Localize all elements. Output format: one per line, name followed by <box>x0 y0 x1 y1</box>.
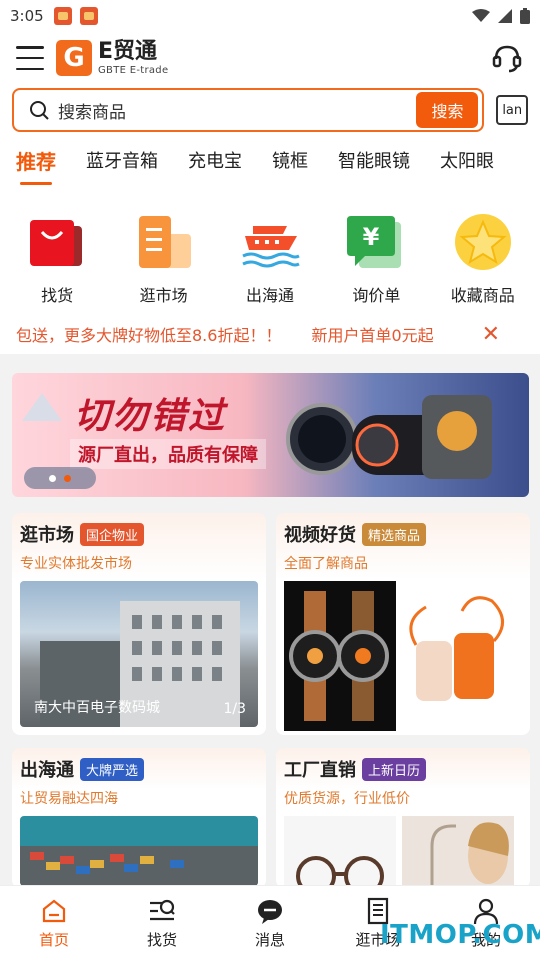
card-title: 出海通 <box>20 760 74 781</box>
message-icon <box>258 899 282 924</box>
status-indicators <box>472 8 530 24</box>
quick-label: 出海通 <box>245 286 294 305</box>
card-subtitle: 让贸易融达四海 <box>20 791 118 807</box>
nav-label: 首页 <box>38 930 69 949</box>
category-tabs: 推荐 蓝牙音箱 充电宝 镜框 智能眼镜 太阳眼 <box>0 136 540 190</box>
logo-title: E贸通 <box>98 38 158 64</box>
search-placeholder: 搜索商品 <box>58 102 126 123</box>
app-logo: G E贸通 GBTE E-trade <box>56 40 168 76</box>
card-title: 逛市场 <box>20 525 74 546</box>
search-row: 搜索商品 搜索 lan <box>0 84 540 136</box>
quick-label: 逛市场 <box>139 286 188 305</box>
tab-sunglasses[interactable]: 太阳眼 <box>440 147 494 179</box>
market-photo[interactable]: 南大中百电子数码城 1/3 <box>20 581 258 727</box>
home-icon <box>42 899 66 922</box>
quick-label: 询价单 <box>352 286 401 305</box>
quick-label: 找货 <box>41 286 74 305</box>
search-button[interactable]: 搜索 <box>416 92 479 128</box>
building-icon <box>138 216 191 268</box>
card-title: 视频好货 <box>284 525 356 546</box>
status-time: 3:05 <box>10 7 44 25</box>
yen-quote-icon: ¥ <box>347 216 402 268</box>
smartwatch-product-image[interactable] <box>284 581 396 731</box>
banner-products-image <box>286 395 492 479</box>
customer-service-icon[interactable] <box>490 41 524 75</box>
card-subtitle: 优质货源，行业低价 <box>284 791 410 807</box>
search-list-icon <box>150 899 175 920</box>
indicator-dot-active <box>64 474 71 482</box>
tab-recommend[interactable]: 推荐 <box>16 146 56 185</box>
ticker-text: 包送，更多大牌好物低至8.6折起！！ <box>16 326 282 345</box>
arrow-decoration-icon <box>22 393 62 421</box>
watermark: ITMOP.COM <box>380 920 540 950</box>
photo-caption: 南大中百电子数码城 <box>34 700 160 716</box>
card-badge: 大牌严选 <box>80 757 145 781</box>
signal-icon <box>498 9 512 23</box>
svg-text:¥: ¥ <box>363 223 380 251</box>
overseas-card[interactable]: 出海通 大牌严选 让贸易融达四海 <box>12 748 266 888</box>
tab-bluetooth-speaker[interactable]: 蓝牙音箱 <box>86 147 158 179</box>
notification-app-icon <box>53 7 72 25</box>
quick-inquiry[interactable]: ¥ 询价单 <box>328 212 424 314</box>
model-product-image[interactable] <box>402 816 514 886</box>
eyeglasses-product-image[interactable] <box>284 816 396 886</box>
quick-label: 收藏商品 <box>450 286 515 305</box>
ship-icon <box>242 226 300 268</box>
quick-go-overseas[interactable]: 出海通 <box>222 212 318 314</box>
star-icon <box>454 214 511 270</box>
quick-entries: 找货 逛市场 出海通 ¥ 询价单 收藏商品 <box>0 190 540 314</box>
power-bank-product-image[interactable] <box>402 581 514 731</box>
quick-find-goods[interactable]: 找货 <box>9 212 105 314</box>
language-button[interactable]: lan <box>496 95 528 125</box>
card-badge: 精选商品 <box>362 522 427 546</box>
card-subtitle: 专业实体批发市场 <box>20 556 132 572</box>
video-goods-card[interactable]: 视频好货 精选商品 全面了解商品 <box>276 513 530 735</box>
banner-indicator <box>24 467 96 489</box>
menu-icon[interactable] <box>16 46 44 70</box>
card-badge: 国企物业 <box>80 522 145 546</box>
quick-visit-market[interactable]: 逛市场 <box>116 212 212 314</box>
wifi-icon <box>472 9 490 22</box>
battery-icon <box>520 8 530 24</box>
tab-frames[interactable]: 镜框 <box>272 147 308 179</box>
port-photo[interactable] <box>20 816 258 886</box>
app-header: G E贸通 GBTE E-trade <box>0 32 540 84</box>
nav-label: 消息 <box>254 930 285 949</box>
shopping-bag-icon <box>30 220 83 266</box>
market-card[interactable]: 逛市场 国企物业 专业实体批发市场 南大中百电子数码城 1/3 <box>12 513 266 735</box>
ticker-text: 新用户首单0元起 <box>311 326 434 345</box>
search-input[interactable]: 搜索商品 搜索 <box>12 88 485 132</box>
status-bar: 3:05 <box>0 0 540 32</box>
promo-banner[interactable]: 切勿错过 源厂直出，品质有保障 <box>12 373 529 497</box>
tab-power-bank[interactable]: 充电宝 <box>188 147 242 179</box>
promo-ticker[interactable]: 包送，更多大牌好物低至8.6折起！！ 新用户首单0元起 ✕ <box>0 314 540 354</box>
card-badge: 上新日历 <box>362 757 427 781</box>
card-title: 工厂直销 <box>284 760 356 781</box>
photo-page-indicator: 1/3 <box>223 701 246 717</box>
nav-home[interactable]: 首页 <box>9 897 99 950</box>
tab-smart-glasses[interactable]: 智能眼镜 <box>338 147 410 179</box>
notification-app-icon <box>79 7 98 25</box>
logo-subtitle: GBTE E-trade <box>98 64 169 76</box>
search-icon <box>30 101 49 120</box>
banner-subtitle: 源厂直出，品质有保障 <box>70 439 266 469</box>
close-icon[interactable]: ✕ <box>482 322 500 347</box>
quick-favorites[interactable]: 收藏商品 <box>435 212 531 314</box>
card-subtitle: 全面了解商品 <box>284 556 368 572</box>
factory-direct-card[interactable]: 工厂直销 上新日历 优质货源，行业低价 <box>276 748 530 888</box>
banner-title: 切勿错过 <box>74 396 227 437</box>
indicator-dot <box>49 474 56 482</box>
nav-find-goods[interactable]: 找货 <box>117 897 207 950</box>
logo-mark: G <box>56 40 92 76</box>
nav-label: 找货 <box>146 930 177 949</box>
nav-messages[interactable]: 消息 <box>225 897 315 950</box>
